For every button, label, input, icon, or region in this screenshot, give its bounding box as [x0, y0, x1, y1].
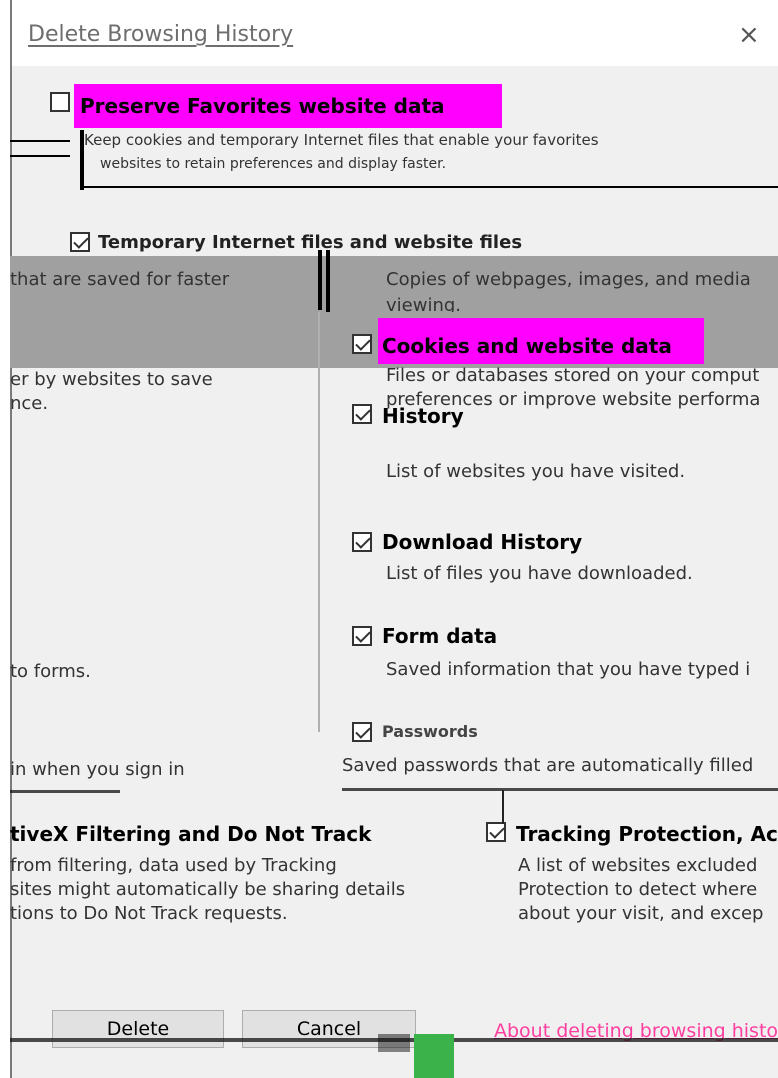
glitch-line: [10, 790, 120, 793]
glitch-line: [84, 186, 778, 188]
glitch-line: [10, 140, 70, 142]
activex-filtering-desc-2: sites might automatically be sharing det…: [10, 879, 406, 900]
glitch-line: [10, 155, 70, 157]
tracking-protection-desc-1: A list of websites excluded: [518, 855, 758, 876]
delete-browsing-history-dialog: Delete Browsing History × Preserve Favor…: [0, 0, 778, 1078]
history-desc: List of websites you have visited.: [386, 461, 686, 482]
tracking-protection-checkbox[interactable]: [486, 822, 506, 842]
form-data-desc: Saved information that you have typed i: [386, 659, 751, 680]
glitch-line: [318, 250, 322, 310]
form-data-left-fragment: to forms.: [10, 661, 91, 682]
download-history-desc: List of files you have downloaded.: [386, 563, 693, 584]
glitch-line: [80, 130, 84, 190]
activex-filtering-label: tiveX Filtering and Do Not Track: [10, 822, 372, 846]
preserve-favorites-desc-2: websites to retain preferences and displ…: [100, 156, 447, 172]
passwords-left-fragment-1: in when you sign in: [10, 759, 185, 780]
passwords-label: Passwords: [382, 722, 478, 741]
cookies-label: Cookies and website data: [382, 334, 672, 358]
download-history-checkbox[interactable]: [352, 532, 372, 552]
glitch-line: [326, 250, 330, 320]
glitch-green-block: [414, 1034, 454, 1078]
tracking-protection-desc-2: Protection to detect where: [518, 879, 758, 900]
tracking-protection-label: Tracking Protection, Ac: [516, 822, 778, 846]
cookies-desc-1: Files or databases stored on your comput: [386, 365, 760, 386]
form-data-label: Form data: [382, 624, 498, 648]
history-label: History: [382, 404, 464, 428]
history-checkbox[interactable]: [352, 404, 372, 424]
preserve-favorites-desc-1: Keep cookies and temporary Internet file…: [84, 131, 599, 149]
passwords-desc-1: Saved passwords that are automatically f…: [342, 755, 754, 776]
delete-button[interactable]: Delete: [52, 1010, 224, 1048]
temporary-files-checkbox[interactable]: [70, 232, 90, 252]
glitch-line: [502, 790, 504, 824]
temporary-files-label: Temporary Internet files and website fil…: [98, 232, 523, 253]
glitch-line: [342, 788, 778, 791]
download-history-label: Download History: [382, 530, 583, 554]
temporary-files-desc-1: Copies of webpages, images, and media: [386, 269, 751, 290]
preserve-favorites-checkbox[interactable]: [50, 92, 70, 112]
column-divider: [318, 312, 320, 732]
cookies-checkbox[interactable]: [352, 334, 372, 354]
cookies-left-fragment-2: nce.: [10, 393, 49, 414]
title-bar: Delete Browsing History ×: [0, 0, 778, 66]
temporary-files-left-fragment: that are saved for faster: [10, 269, 230, 290]
tracking-protection-desc-3: about your visit, and excep: [518, 903, 764, 924]
glitch-block: [378, 1034, 410, 1052]
cookies-left-fragment-1: er by websites to save: [10, 369, 213, 390]
form-data-checkbox[interactable]: [352, 626, 372, 646]
preserve-favorites-label: Preserve Favorites website data: [80, 94, 445, 118]
passwords-checkbox[interactable]: [352, 722, 372, 742]
activex-filtering-desc-3: tions to Do Not Track requests.: [10, 903, 288, 924]
close-icon[interactable]: ×: [738, 20, 760, 50]
window-title: Delete Browsing History: [28, 22, 294, 47]
activex-filtering-desc-1: from filtering, data used by Tracking: [10, 855, 337, 876]
